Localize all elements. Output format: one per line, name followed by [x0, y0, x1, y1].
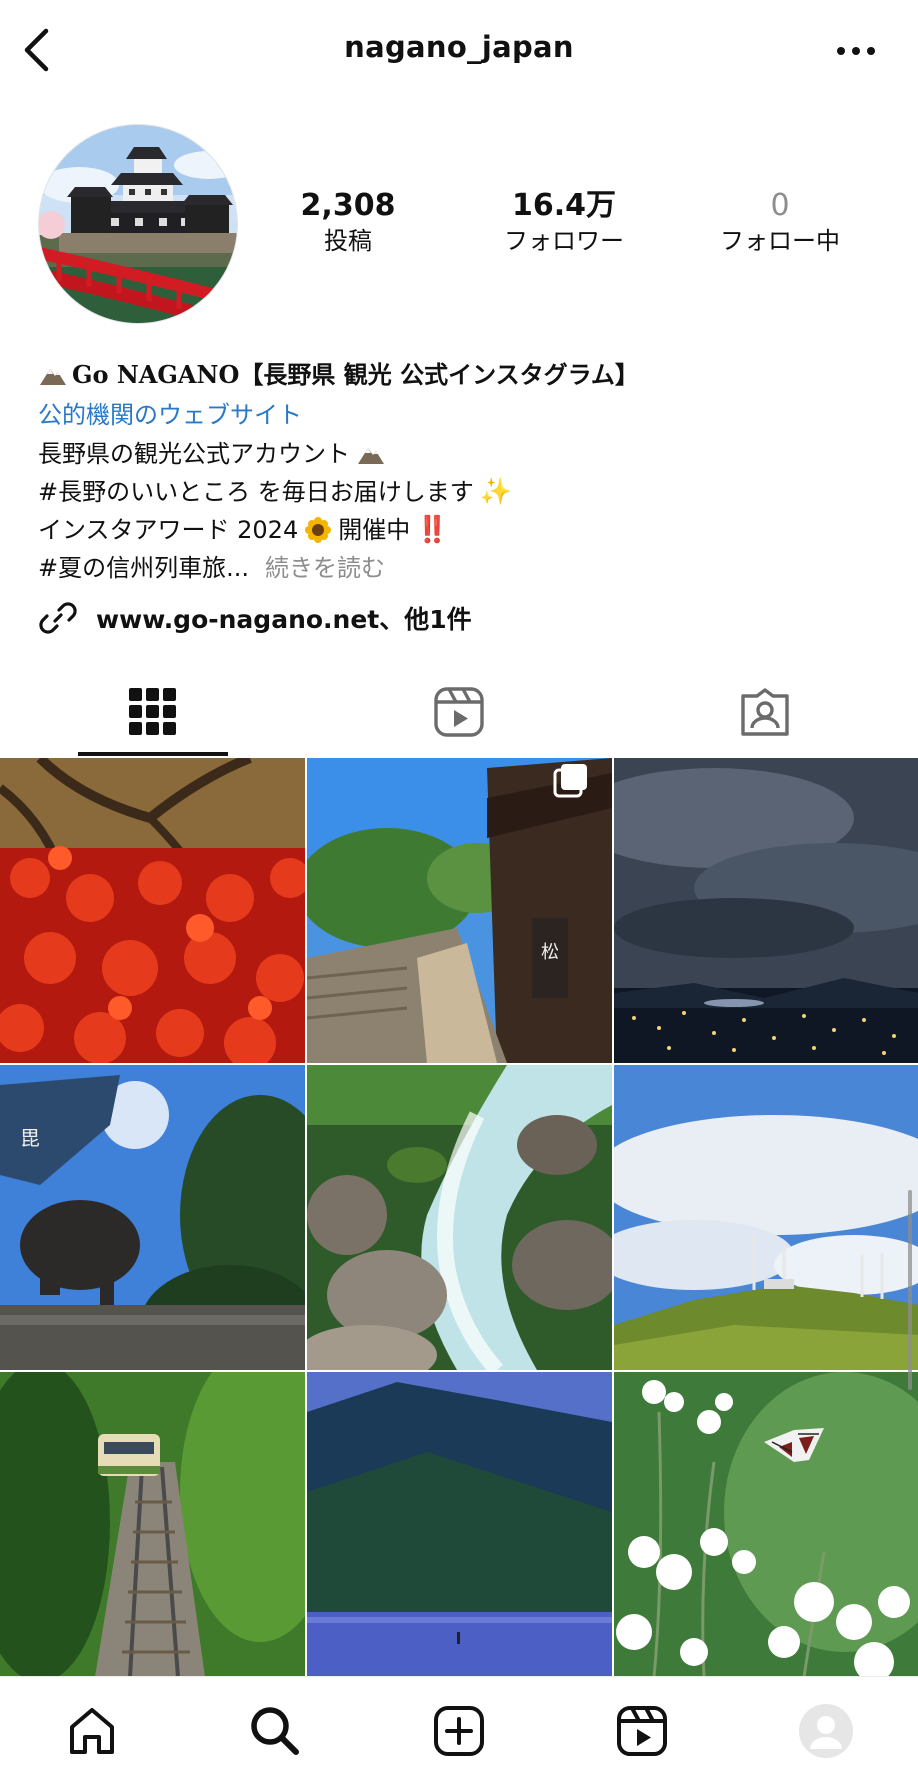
grid-icon: [129, 688, 176, 735]
grid-post-6[interactable]: [614, 1065, 918, 1370]
posts-count[interactable]: 2,308 投稿: [248, 188, 448, 258]
tab-posts-grid[interactable]: [0, 668, 306, 756]
create-icon: [433, 1705, 484, 1756]
bio-line-3-suffix: 開催中: [338, 516, 411, 544]
nav-reels[interactable]: [550, 1677, 733, 1783]
link-icon: [39, 602, 77, 634]
posts-count-value: 2,308: [300, 188, 396, 223]
svg-text:松: 松: [541, 942, 559, 963]
home-icon: [69, 1707, 114, 1754]
bio-display-name: Go NAGANO【長野県 観光 公式インスタグラム】: [72, 360, 639, 389]
tab-tagged[interactable]: [612, 668, 918, 756]
active-tab-indicator: [78, 752, 228, 756]
bio-category[interactable]: 公的機関のウェブサイト: [38, 395, 888, 435]
profile-link[interactable]: www.go-nagano.net、他1件: [38, 596, 472, 640]
following-count[interactable]: 0 フォロー中: [680, 188, 880, 258]
post-thumbnail: [307, 1065, 612, 1370]
nav-search[interactable]: [183, 1677, 366, 1783]
followers-count-label: フォロワー: [504, 227, 624, 255]
read-more-link[interactable]: 続きを読む: [265, 549, 385, 587]
bio-line-4-text: #夏の信州列車旅...: [38, 554, 249, 582]
bio-line-2: #長野のいいところ を毎日お届けします ✨: [38, 473, 888, 511]
grid-post-4[interactable]: 毘: [0, 1065, 305, 1370]
mountain-emoji-icon: [40, 369, 66, 385]
castle-avatar-image: [39, 125, 237, 323]
nav-profile[interactable]: [734, 1677, 917, 1783]
post-thumbnail: [614, 758, 918, 1063]
bottom-navigation: [0, 1676, 918, 1783]
sparkles-icon: ✨: [479, 477, 513, 507]
profile-header: nagano_japan: [0, 0, 918, 100]
sunflower-icon: [305, 517, 332, 543]
following-count-label: フォロー中: [720, 227, 840, 255]
tab-reels[interactable]: [306, 668, 612, 756]
profile-stats: 2,308 投稿 16.4万 フォロワー 0 フォロー中: [248, 188, 888, 268]
post-thumbnail: [614, 1372, 918, 1677]
grid-post-8[interactable]: [307, 1372, 612, 1677]
reels-icon: [616, 1705, 667, 1756]
nav-home[interactable]: [0, 1677, 183, 1783]
profile-avatar[interactable]: [38, 124, 238, 324]
tagged-icon: [741, 688, 789, 736]
post-thumbnail: [0, 1372, 305, 1677]
profile-username: nagano_japan: [344, 30, 574, 64]
post-thumbnail: [307, 1372, 612, 1677]
bio-line-2-text: #長野のいいところ を毎日お届けします: [38, 478, 474, 506]
followers-count-value: 16.4万: [511, 188, 617, 223]
profile-bio: Go NAGANO【長野県 観光 公式インスタグラム】 公的機関のウェブサイト …: [38, 355, 888, 587]
double-exclamation-icon: ‼️: [416, 515, 448, 545]
mountain-emoji-icon: [358, 448, 384, 464]
bio-line-1: 長野県の観光公式アカウント: [38, 435, 888, 473]
scrollbar[interactable]: [908, 1190, 912, 1390]
grid-post-7[interactable]: [0, 1372, 305, 1677]
following-count-value: 0: [770, 188, 790, 223]
svg-text:毘: 毘: [20, 1126, 40, 1150]
profile-icon: [798, 1703, 853, 1758]
grid-post-9[interactable]: [614, 1372, 918, 1677]
posts-grid: 松 毘: [0, 758, 918, 1677]
posts-count-label: 投稿: [324, 227, 372, 255]
post-thumbnail: [614, 1065, 918, 1370]
grid-post-5[interactable]: [307, 1065, 612, 1370]
reels-icon: [434, 687, 484, 737]
nav-create[interactable]: [367, 1677, 550, 1783]
profile-tabs: [0, 668, 918, 756]
post-thumbnail: [0, 758, 305, 1063]
bio-line-3-prefix: インスタアワード 2024: [38, 516, 299, 544]
grid-post-1[interactable]: [0, 758, 305, 1063]
more-icon: [837, 47, 875, 55]
followers-count[interactable]: 16.4万 フォロワー: [464, 188, 664, 258]
bio-line-1-text: 長野県の観光公式アカウント: [38, 440, 350, 468]
profile-link-text: www.go-nagano.net、他1件: [96, 605, 472, 634]
more-options-button[interactable]: [834, 34, 878, 68]
post-thumbnail: 毘: [0, 1065, 305, 1370]
grid-post-2[interactable]: 松: [307, 758, 612, 1063]
bio-name-row: Go NAGANO【長野県 観光 公式インスタグラム】: [38, 355, 888, 395]
search-icon: [250, 1706, 299, 1755]
bio-line-3: インスタアワード 2024 開催中 ‼️: [38, 511, 888, 549]
grid-post-3[interactable]: [614, 758, 918, 1063]
post-thumbnail: 松: [307, 758, 612, 1063]
bio-line-4: #夏の信州列車旅... 続きを読む: [38, 549, 888, 587]
